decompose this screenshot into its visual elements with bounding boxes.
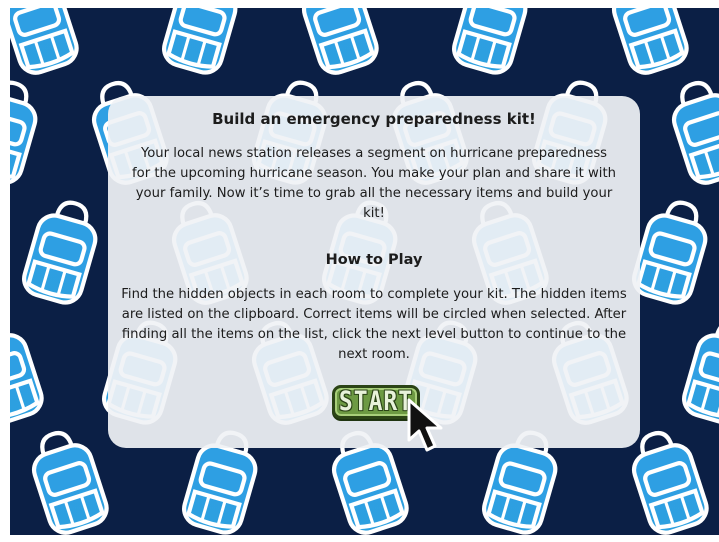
backpack-icon [25,425,111,535]
backpack-icon [450,8,534,76]
backpack-icon [630,195,714,306]
backpack-icon [10,75,44,186]
backpack-icon [10,8,81,77]
backpack-icon [10,315,46,427]
backpack-icon [625,425,711,535]
backpack-icon [295,8,381,77]
backpack-icon [605,8,691,77]
how-to-play-title: How to Play [325,252,423,268]
start-label: START [338,387,414,417]
backpack-icon [20,195,104,306]
intro-text: Your local news station releases a segme… [132,146,616,221]
backpack-icon [680,315,719,426]
how-to-play-text: Find the hidden objects in each room to … [121,287,627,362]
intro-title: Build an emergency preparedness kit! [212,110,536,128]
backpack-icon [665,75,719,187]
instructions-panel: Build an emergency preparedness kit! You… [108,96,640,452]
cursor-arrow-icon [407,398,443,452]
backpack-icon [160,8,244,76]
game-screen: Build an emergency preparedness kit! You… [10,8,719,535]
